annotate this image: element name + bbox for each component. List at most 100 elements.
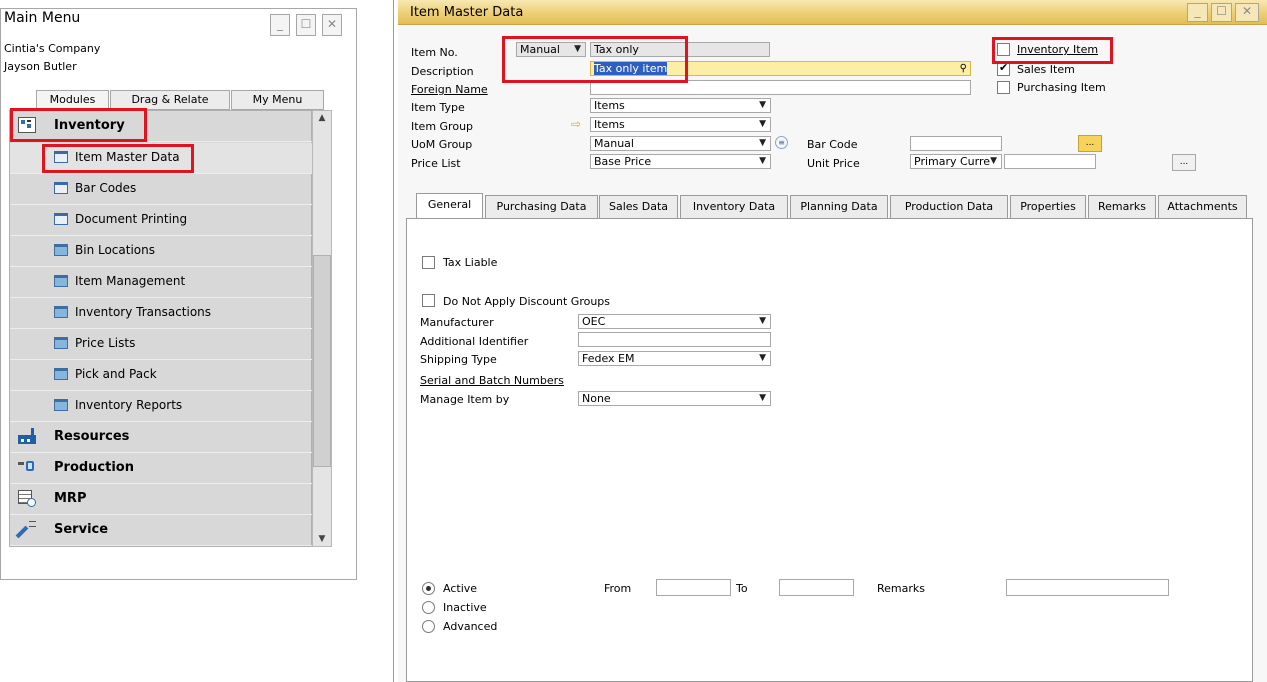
menu-folder-item-management[interactable]: Item Management — [10, 267, 313, 298]
scroll-down-icon[interactable]: ▼ — [313, 534, 331, 544]
currency-select[interactable]: Primary Curre — [910, 154, 1002, 169]
menu-folder-inventory-reports[interactable]: Inventory Reports — [10, 391, 313, 422]
production-icon — [18, 459, 36, 475]
inventory-item-checkbox[interactable] — [997, 43, 1010, 56]
folder-icon — [54, 399, 68, 411]
description-field[interactable]: Tax only item ⚲ — [590, 61, 971, 76]
item-master-titlebar — [398, 0, 1267, 25]
manufacturer-select[interactable]: OEC — [578, 314, 771, 329]
unit-price-browse-button[interactable]: ... — [1172, 154, 1196, 171]
menu-item-document-printing[interactable]: Document Printing — [10, 205, 313, 236]
tab-modules[interactable]: Modules — [36, 90, 109, 111]
unit-price-field[interactable] — [1004, 154, 1096, 169]
numbering-series-select[interactable]: Manual — [516, 42, 586, 57]
bar-code-browse-button[interactable]: ... — [1078, 135, 1102, 152]
minimize-button[interactable]: _ — [270, 14, 290, 36]
folder-icon — [54, 337, 68, 349]
module-resources[interactable]: Resources — [10, 422, 313, 453]
minimize-icon: _ — [1194, 4, 1201, 18]
maximize-button[interactable]: ☐ — [1211, 3, 1232, 22]
purchasing-item-checkbox[interactable] — [997, 81, 1010, 94]
resources-icon — [18, 428, 36, 444]
maximize-button[interactable]: ☐ — [296, 14, 316, 36]
manage-item-by-label: Manage Item by — [420, 393, 510, 406]
menu-item-label: Inventory Transactions — [75, 305, 212, 319]
price-list-select[interactable]: Base Price — [590, 154, 771, 169]
sales-item-label: Sales Item — [1017, 63, 1075, 76]
user-name: Jayson Butler — [4, 60, 77, 73]
module-production[interactable]: Production — [10, 453, 313, 484]
tab-attachments[interactable]: Attachments — [1158, 195, 1247, 218]
menu-item-label: Inventory Reports — [75, 398, 183, 412]
inventory-item-label: Inventory Item — [1017, 43, 1099, 56]
general-tab-panel — [406, 218, 1253, 682]
module-label: Inventory — [54, 118, 125, 133]
folder-icon — [54, 368, 68, 380]
scroll-up-icon[interactable]: ▲ — [313, 113, 331, 123]
shipping-type-select[interactable]: Fedex EM — [578, 351, 771, 366]
menu-folder-pick-and-pack[interactable]: Pick and Pack — [10, 360, 313, 391]
tab-remarks[interactable]: Remarks — [1088, 195, 1156, 218]
minimize-icon: _ — [277, 17, 283, 31]
module-mrp[interactable]: MRP — [10, 484, 313, 515]
main-menu-title: Main Menu — [4, 10, 81, 26]
module-label: MRP — [54, 491, 87, 506]
menu-item-bar-codes[interactable]: Bar Codes — [10, 174, 313, 205]
menu-item-label: Item Master Data — [75, 150, 180, 164]
manage-item-by-select[interactable]: None — [578, 391, 771, 406]
tab-inventory-data[interactable]: Inventory Data — [680, 195, 788, 218]
tax-liable-checkbox[interactable] — [422, 256, 435, 269]
item-master-title: Item Master Data — [410, 5, 524, 20]
serial-batch-link[interactable]: Serial and Batch Numbers — [420, 374, 564, 387]
advanced-label: Advanced — [443, 620, 498, 633]
tab-production-data[interactable]: Production Data — [890, 195, 1008, 218]
tab-purchasing-data[interactable]: Purchasing Data — [485, 195, 598, 218]
maximize-icon: ☐ — [1216, 4, 1227, 18]
link-arrow-icon[interactable]: ⇨ — [571, 117, 581, 131]
uom-group-select[interactable]: Manual — [590, 136, 771, 151]
close-button[interactable]: ✕ — [1235, 3, 1259, 22]
remarks-field[interactable] — [1006, 579, 1169, 596]
scrollbar-thumb[interactable] — [313, 255, 331, 467]
additional-identifier-field[interactable] — [578, 332, 771, 347]
inventory-icon — [18, 117, 36, 133]
to-date-field[interactable] — [779, 579, 854, 596]
translate-icon[interactable]: ⚲ — [960, 62, 967, 75]
uom-details-icon[interactable]: ≡ — [775, 136, 788, 149]
tab-drag-relate[interactable]: Drag & Relate — [110, 90, 230, 110]
tab-properties[interactable]: Properties — [1010, 195, 1086, 218]
mrp-icon — [18, 490, 36, 507]
module-inventory[interactable]: Inventory — [10, 111, 313, 142]
tab-sales-data[interactable]: Sales Data — [599, 195, 678, 218]
from-date-field[interactable] — [656, 579, 731, 596]
foreign-name-label: Foreign Name — [411, 83, 488, 96]
advanced-radio[interactable] — [422, 620, 435, 633]
module-label: Production — [54, 460, 134, 475]
close-icon: ✕ — [326, 17, 338, 31]
remarks-label: Remarks — [877, 582, 925, 595]
item-no-field[interactable]: Tax only — [590, 42, 770, 57]
tab-general[interactable]: General — [416, 193, 483, 218]
menu-item-item-master-data[interactable]: Item Master Data — [10, 143, 313, 174]
item-type-select[interactable]: Items — [590, 98, 771, 113]
form-icon — [54, 182, 68, 194]
module-label: Service — [54, 522, 109, 537]
menu-folder-price-lists[interactable]: Price Lists — [10, 329, 313, 360]
inactive-label: Inactive — [443, 601, 487, 614]
form-icon — [54, 213, 68, 225]
sales-item-checkbox[interactable] — [997, 61, 1010, 76]
form-icon — [54, 151, 68, 163]
menu-folder-bin-locations[interactable]: Bin Locations — [10, 236, 313, 267]
minimize-button[interactable]: _ — [1187, 3, 1208, 22]
menu-folder-inventory-transactions[interactable]: Inventory Transactions — [10, 298, 313, 329]
inactive-radio[interactable] — [422, 601, 435, 614]
close-button[interactable]: ✕ — [322, 14, 342, 36]
bar-code-field[interactable] — [910, 136, 1002, 151]
active-radio[interactable] — [422, 582, 435, 595]
module-service[interactable]: Service — [10, 515, 313, 546]
foreign-name-field[interactable] — [590, 80, 971, 95]
item-group-select[interactable]: Items — [590, 117, 771, 132]
tab-planning-data[interactable]: Planning Data — [790, 195, 888, 218]
no-discount-checkbox[interactable] — [422, 294, 435, 307]
tab-my-menu[interactable]: My Menu — [231, 90, 324, 110]
